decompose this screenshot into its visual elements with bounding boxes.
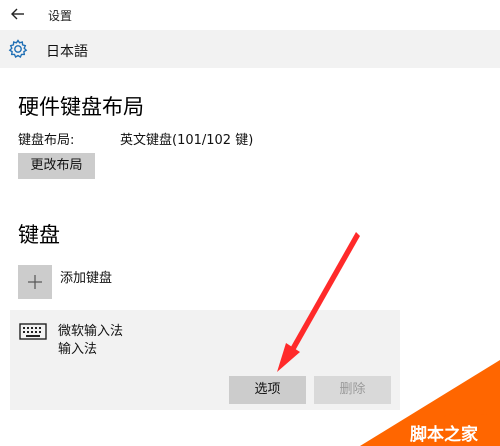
watermark-brand: 脚本之家: [410, 425, 478, 445]
window-title: 设置: [48, 9, 73, 23]
change-layout-button[interactable]: 更改布局: [18, 153, 95, 179]
back-arrow-icon[interactable]: [9, 5, 27, 23]
keyboard-icon: [19, 321, 47, 343]
title-bar: [0, 0, 500, 30]
gear-icon: [7, 38, 29, 60]
add-keyboard-label[interactable]: 添加键盘: [60, 267, 112, 286]
add-keyboard-button[interactable]: [18, 265, 52, 299]
section-heading-keyboards: 键盘: [18, 223, 60, 247]
keyboard-name: 微软输入法: [58, 324, 124, 339]
keyboard-subtitle: 输入法: [58, 342, 98, 357]
layout-label: 键盘布局:: [18, 133, 75, 148]
layout-value: 英文键盘(101/102 键): [120, 133, 254, 148]
plus-icon: [28, 275, 42, 289]
options-button[interactable]: 选项: [229, 376, 306, 404]
watermark-site: jb51.net: [444, 405, 490, 418]
page-title: 日本語: [46, 44, 88, 60]
section-heading-hardware-layout: 硬件键盘布局: [18, 95, 144, 119]
